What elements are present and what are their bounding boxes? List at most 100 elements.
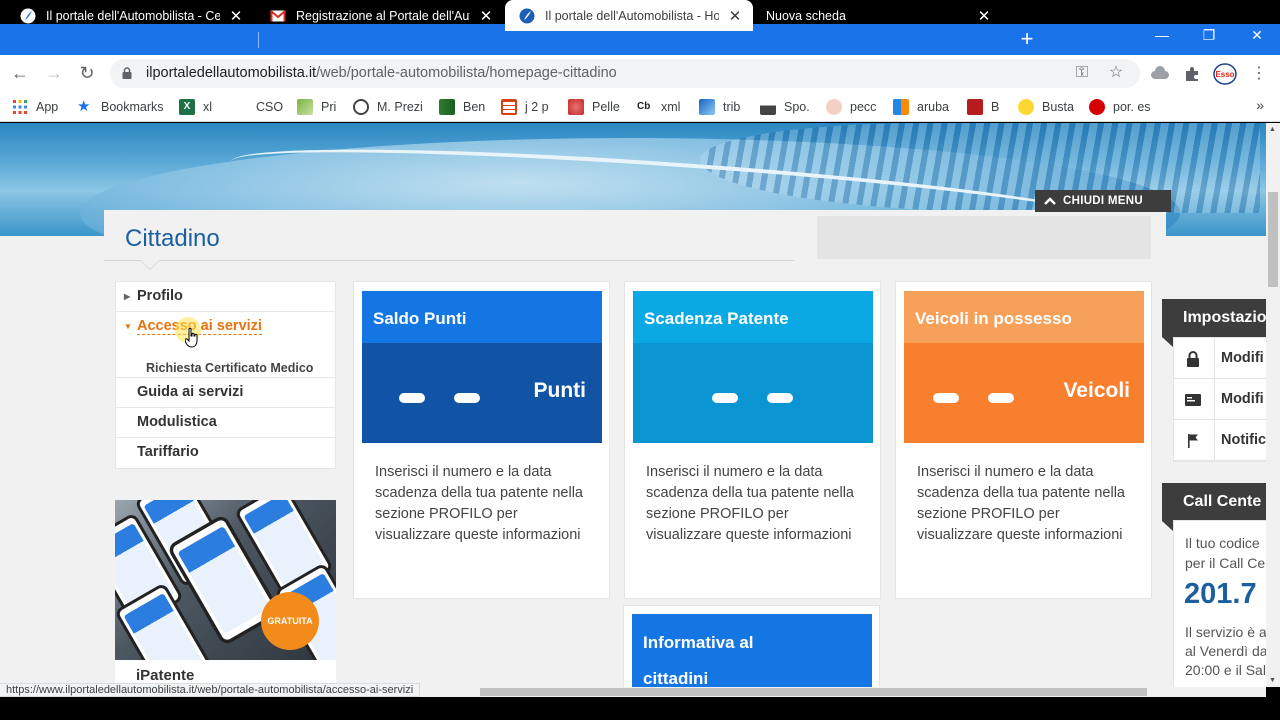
bookmark-j2p[interactable]: j 2 p bbox=[501, 98, 549, 116]
settings-row[interactable]: Notific bbox=[1174, 420, 1266, 461]
settings-row-label: Modifi bbox=[1221, 391, 1264, 407]
call-center-number[interactable]: 201.7 bbox=[1184, 578, 1257, 611]
id-card-icon bbox=[1185, 394, 1201, 406]
impostazioni-header: Impostazio bbox=[1162, 299, 1266, 337]
ipatente-promo-image[interactable]: GRATUITA bbox=[115, 500, 336, 660]
menu-item-modulistica[interactable]: Modulistica bbox=[116, 408, 335, 438]
cc-text: 20:00 e il Sal bbox=[1185, 662, 1266, 678]
card-value-panel bbox=[633, 343, 873, 443]
gmail-icon bbox=[270, 9, 286, 21]
close-tab-icon[interactable]: ✕ bbox=[727, 7, 743, 25]
card-description: Inserisci il numero e la data scadenza d… bbox=[646, 464, 854, 543]
excel-icon: X bbox=[179, 99, 195, 115]
bookmark-xml[interactable]: Cb xml bbox=[637, 98, 680, 116]
menu-item-guida-ai-servizi[interactable]: Guida ai servizi bbox=[116, 378, 335, 408]
bookmark-label: xl bbox=[203, 100, 213, 114]
cloud-extension-icon[interactable] bbox=[1150, 64, 1170, 84]
lock-icon[interactable] bbox=[122, 67, 132, 79]
scroll-thumb[interactable] bbox=[480, 688, 1147, 696]
bookmark-b[interactable]: B bbox=[967, 98, 999, 116]
close-tab-icon[interactable]: ✕ bbox=[478, 7, 494, 25]
b-favicon-icon bbox=[967, 99, 983, 115]
bookmark-app[interactable]: App bbox=[12, 98, 58, 116]
key-icon[interactable]: ⚿ bbox=[1072, 63, 1092, 83]
bookmark-cso[interactable]: CSO bbox=[256, 98, 283, 116]
page-title: Cittadino bbox=[125, 225, 220, 252]
chiudi-menu-button[interactable]: CHIUDI MENU bbox=[1035, 190, 1171, 212]
bookmark-aruba[interactable]: aruba bbox=[893, 98, 949, 116]
bookmark-label: App bbox=[36, 100, 59, 114]
title-divider bbox=[104, 260, 794, 261]
bookmark-label: Busta bbox=[1042, 100, 1074, 114]
menu-item-tariffario[interactable]: Tariffario bbox=[116, 438, 335, 468]
tab-title: Il portale dell'Automobilista - Ce bbox=[46, 8, 220, 23]
card-saldo-punti[interactable]: Saldo Punti Punti Inserisci il numero e … bbox=[353, 281, 610, 599]
bookmark-ben[interactable]: Ben bbox=[439, 98, 485, 116]
tab-title: Il portale dell'Automobilista - Ho bbox=[545, 8, 719, 23]
minimize-button[interactable]: — bbox=[1139, 24, 1185, 50]
call-center-header: Call Cente bbox=[1162, 483, 1266, 521]
menu-item-accesso-ai-servizi[interactable]: ▼ Accesso ai servizi bbox=[116, 312, 335, 342]
bookmark-label: aruba bbox=[917, 100, 949, 114]
card-unit: Veicoli bbox=[1063, 379, 1130, 402]
forward-arrow-icon[interactable]: → bbox=[43, 63, 65, 85]
settings-row[interactable]: Modifi bbox=[1174, 379, 1266, 420]
cc-text: per il Call Ce bbox=[1185, 555, 1266, 571]
star-bookmark-icon[interactable]: ☆ bbox=[1106, 63, 1126, 83]
scroll-down-arrow-icon[interactable]: ▼ bbox=[1269, 677, 1276, 684]
close-tab-icon[interactable]: ✕ bbox=[976, 7, 992, 25]
bookmark-pecc[interactable]: pecc bbox=[826, 98, 876, 116]
bookmark-pri[interactable]: Pri bbox=[297, 98, 336, 116]
close-window-button[interactable]: ✕ bbox=[1234, 24, 1280, 50]
bookmark-por-es[interactable]: por. es bbox=[1089, 98, 1151, 116]
por-favicon-icon bbox=[1089, 99, 1105, 115]
bookmark-label: B bbox=[991, 100, 1000, 114]
bookmark-bookmarks[interactable]: ★ Bookmarks bbox=[77, 98, 164, 116]
vertical-scrollbar[interactable]: ▲ ▼ bbox=[1266, 123, 1280, 687]
cc-text: al Venerdì da bbox=[1185, 643, 1266, 659]
card-title: Scadenza Patente bbox=[633, 291, 873, 343]
call-center-box: Il tuo codice per il Call Ce 201.7 Il se… bbox=[1173, 520, 1266, 687]
tab-4[interactable]: Nuova scheda ✕ bbox=[752, 0, 1002, 31]
puzzle-extensions-icon[interactable] bbox=[1182, 64, 1202, 84]
more-bookmarks-chevron-icon[interactable]: » bbox=[1256, 97, 1264, 113]
back-arrow-icon[interactable]: ← bbox=[9, 63, 31, 85]
menu-item-profilo[interactable]: ▶ Profilo bbox=[116, 282, 335, 312]
bookmark-pelle[interactable]: Pelle bbox=[568, 98, 620, 116]
submenu-item-richiesta-certificato[interactable]: Richiesta Certificato Medico bbox=[116, 342, 335, 378]
bookmark-m-prezi[interactable]: M. Prezi bbox=[353, 98, 423, 116]
esso-extension-icon[interactable]: Esso bbox=[1213, 62, 1237, 86]
tab-2[interactable]: Registrazione al Portale dell'Auto ✕ bbox=[256, 0, 504, 31]
reload-icon[interactable]: ↻ bbox=[76, 63, 98, 85]
card-description: Inserisci il numero e la data scadenza d… bbox=[375, 464, 583, 543]
restore-button[interactable]: ❐ bbox=[1186, 24, 1232, 50]
new-tab-button[interactable]: + bbox=[1015, 24, 1039, 55]
bookmark-trib[interactable]: trib bbox=[699, 98, 740, 116]
card-scadenza-patente[interactable]: Scadenza Patente Inserisci il numero e l… bbox=[624, 281, 881, 599]
settings-row-label: Modifi bbox=[1221, 350, 1264, 366]
scroll-thumb[interactable] bbox=[1268, 192, 1278, 287]
close-tab-icon[interactable]: ✕ bbox=[228, 7, 244, 25]
card-informativa[interactable]: Informativa al cittadini bbox=[623, 605, 880, 687]
card-veicoli-in-possesso[interactable]: Veicoli in possesso Veicoli Inserisci il… bbox=[895, 281, 1152, 599]
bookmark-busta[interactable]: Busta bbox=[1018, 98, 1074, 116]
bookmark-xl[interactable]: X xl bbox=[179, 98, 212, 116]
left-menu: ▶ Profilo ▼ Accesso ai servizi Richiesta C… bbox=[115, 281, 336, 469]
tab-1[interactable]: Il portale dell'Automobilista - Ce ✕ bbox=[6, 0, 254, 31]
scroll-up-arrow-icon[interactable]: ▲ bbox=[1269, 126, 1276, 133]
search-box-placeholder[interactable] bbox=[817, 216, 1151, 259]
header-notch bbox=[1162, 337, 1173, 347]
bookmark-spo[interactable]: Spo. bbox=[760, 98, 810, 116]
card-title: Saldo Punti bbox=[362, 291, 602, 343]
pelle-favicon-icon bbox=[568, 99, 584, 115]
ben-favicon-icon bbox=[439, 99, 455, 115]
address-bar[interactable]: ilportaledellautomobilista.it/web/portal… bbox=[110, 59, 1140, 88]
hand-cursor-icon bbox=[185, 328, 198, 348]
settings-row[interactable]: Modifi bbox=[1174, 338, 1266, 379]
star-icon: ★ bbox=[77, 98, 91, 115]
card-title: Informativa al cittadini bbox=[632, 614, 872, 687]
tab-title: Nuova scheda bbox=[766, 8, 846, 23]
header-notch bbox=[1162, 521, 1173, 531]
tab-3-active[interactable]: Il portale dell'Automobilista - Ho ✕ bbox=[505, 0, 753, 31]
kebab-menu-icon[interactable]: ⋮ bbox=[1249, 64, 1269, 84]
